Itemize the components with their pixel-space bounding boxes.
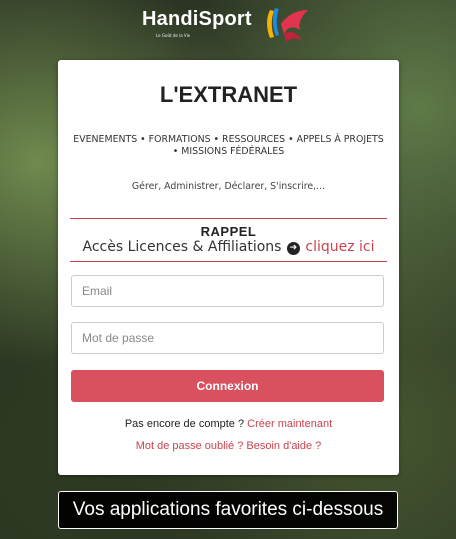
create-account-link[interactable]: Créer maintenant bbox=[247, 418, 332, 430]
arrow-right-circle-icon: ➜ bbox=[286, 242, 300, 255]
forgot-password-link[interactable]: Mot de passe oublié ? bbox=[136, 440, 244, 452]
help-link[interactable]: Besoin d'aide ? bbox=[246, 440, 321, 452]
rappel-title: RAPPEL bbox=[200, 224, 257, 239]
logo-mark-icon bbox=[267, 8, 308, 42]
login-card: L'EXTRANET EVENEMENTS • FORMATIONS • RES… bbox=[58, 60, 399, 475]
extranet-tagline: Gérer, Administrer, Déclarer, S'inscrire… bbox=[131, 181, 326, 192]
sections-list: EVENEMENTS • FORMATIONS • RESSOURCES • A… bbox=[73, 134, 384, 157]
password-field[interactable] bbox=[71, 322, 384, 354]
handisport-logo[interactable]: HandiSport Le Goût de la Vie bbox=[142, 4, 318, 46]
email-field[interactable] bbox=[71, 275, 384, 307]
page-title: L'EXTRANET bbox=[159, 82, 298, 107]
login-button[interactable]: Connexion bbox=[71, 370, 384, 402]
rappel-bottom-divider bbox=[70, 261, 387, 262]
favorites-banner[interactable]: Vos applications favorites ci-dessous bbox=[58, 491, 398, 529]
signup-question: Pas encore de compte ? bbox=[124, 418, 245, 430]
rappel-line: Accès Licences & Affiliations ➜ cliquez … bbox=[58, 239, 399, 255]
rappel-link[interactable]: cliquez ici bbox=[305, 239, 374, 255]
signup-line: Pas encore de compte ? Créer maintenant bbox=[58, 418, 399, 430]
rappel-text: Accès Licences & Affiliations bbox=[82, 239, 282, 255]
logo-name: HandiSport bbox=[142, 8, 252, 30]
rappel-top-divider bbox=[70, 218, 387, 219]
logo-tagline: Le Goût de la Vie bbox=[156, 33, 191, 38]
help-line: Mot de passe oublié ? Besoin d'aide ? bbox=[58, 440, 399, 452]
